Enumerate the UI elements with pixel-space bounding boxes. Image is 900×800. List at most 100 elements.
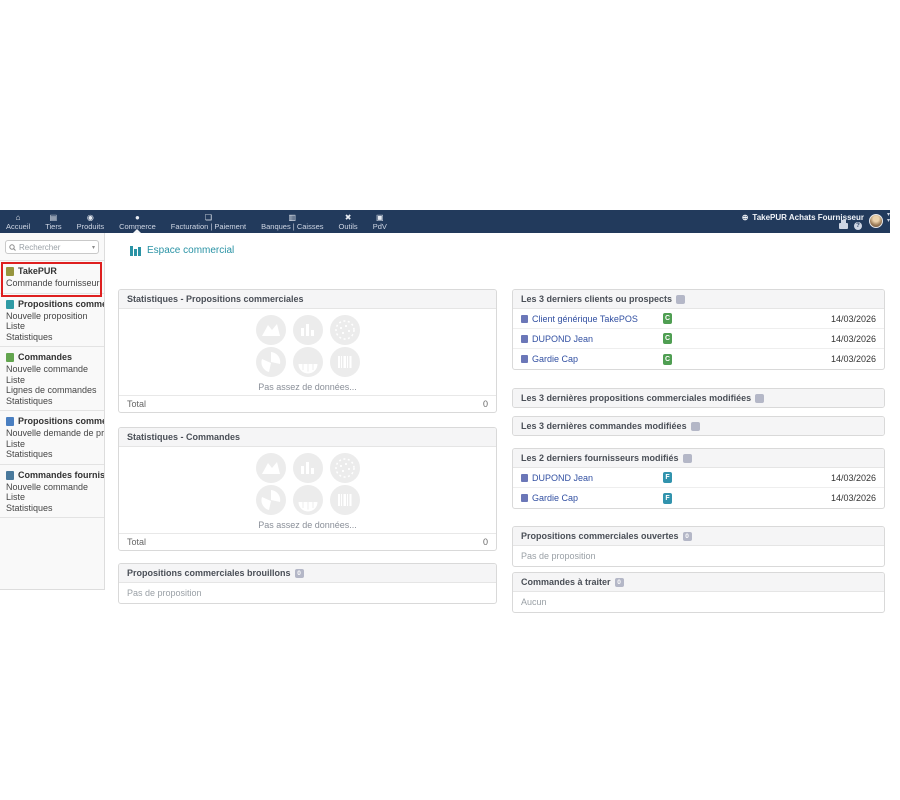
menu-item-accueil[interactable]: ⌂ Accueil — [6, 210, 30, 233]
customer-status-badge: C — [663, 354, 672, 365]
client-link[interactable]: Gardie Cap — [521, 354, 663, 364]
sidebar-item-liste[interactable]: Liste — [6, 439, 104, 450]
empty-text: Pas de proposition — [119, 583, 496, 603]
box-title: Commandes à traiter — [521, 577, 611, 587]
menu-item-commerce[interactable]: ● Commerce — [119, 210, 156, 233]
sidebar-item-liste[interactable]: Liste — [6, 321, 104, 332]
sidebar-item-statistiques[interactable]: Statistiques — [6, 396, 104, 407]
sidebar-heading-label: TakePUR — [18, 265, 57, 278]
application-window: ⌂ Accueil ▤ Tiers ◉ Produits ● Commerce … — [0, 210, 890, 590]
scatter-chart-icon — [330, 315, 360, 345]
menu-item-outils[interactable]: ✖ Outils — [339, 210, 358, 233]
bank-icon: ▥ — [289, 213, 297, 222]
sidebar-item-statistiques[interactable]: Statistiques — [6, 503, 104, 514]
count-badge — [755, 394, 764, 403]
barcode-chart-icon — [330, 485, 360, 515]
sidebar-heading-label: Commandes fournisseurs — [18, 469, 104, 482]
stats-orders-box: Statistiques - Commandes Pas assez de do… — [118, 427, 497, 551]
sidebar-section-heading[interactable]: Commandes — [6, 351, 104, 364]
last-suppliers-box: Les 2 derniers fournisseurs modifiés DUP… — [512, 448, 885, 509]
supplier-proposal-icon — [6, 417, 14, 426]
caret-down-icon[interactable]: ▾ — [92, 244, 95, 251]
company-icon — [521, 335, 528, 343]
menu-item-label: Produits — [77, 222, 105, 231]
sidebar-item-liste[interactable]: Liste — [6, 492, 104, 503]
box-title: Les 3 derniers clients ou prospects — [521, 294, 672, 304]
chart-placeholder: Pas assez de données... — [119, 309, 496, 395]
box-header: Les 3 dernières propositions commerciale… — [513, 389, 884, 407]
sidebar-item-nouvelle-proposition[interactable]: Nouvelle proposition — [6, 311, 104, 322]
supplier-order-icon — [6, 471, 14, 480]
supplier-link[interactable]: DUPOND Jean — [521, 473, 663, 483]
total-row: Total 0 — [119, 533, 496, 550]
search-input[interactable]: Rechercher ▾ — [5, 240, 99, 254]
box-header: Les 3 derniers clients ou prospects — [513, 290, 884, 309]
sidebar-item-statistiques[interactable]: Statistiques — [6, 449, 104, 460]
menu-item-facturation[interactable]: ❏ Facturation | Paiement — [171, 210, 246, 233]
scatter-chart-icon — [330, 453, 360, 483]
menu-item-label: Tiers — [45, 222, 61, 231]
menu-item-pdv[interactable]: ▣ PdV — [373, 210, 387, 233]
menu-item-label: Outils — [339, 222, 358, 231]
help-icon[interactable]: ? — [854, 222, 862, 230]
bar-chart-icon — [293, 453, 323, 483]
pie-chart-icon — [256, 347, 286, 377]
sidebar-item-nouvelle-commande[interactable]: Nouvelle commande — [6, 482, 104, 493]
chevron-down-icon: ▾ — [887, 218, 890, 224]
box-header: Statistiques - Propositions commerciales — [119, 290, 496, 309]
menu-item-produits[interactable]: ◉ Produits — [77, 210, 105, 233]
no-data-text: Pas assez de données... — [119, 520, 496, 530]
cart-icon: ● — [135, 213, 140, 222]
search-icon — [9, 244, 16, 251]
menu-item-label: PdV — [373, 222, 387, 231]
last-orders-modified-box: Les 3 dernières commandes modifiées — [512, 416, 885, 436]
supplier-status-badge: F — [663, 472, 672, 483]
count-badge: 0 — [615, 578, 624, 587]
company-icon — [521, 315, 528, 323]
user-menu-chevrons[interactable]: ▾ ▾ — [887, 212, 890, 224]
search-placeholder: Rechercher — [19, 243, 89, 252]
menu-item-banques[interactable]: ▥ Banques | Caisses — [261, 210, 323, 233]
client-link[interactable]: DUPOND Jean — [521, 334, 663, 344]
box-title: Les 3 dernières commandes modifiées — [521, 421, 687, 431]
menu-item-tiers[interactable]: ▤ Tiers — [45, 210, 61, 233]
building-icon: ▤ — [50, 213, 58, 222]
barcode-chart-icon — [330, 347, 360, 377]
sidebar-section-heading[interactable]: Propositions commerciales — [6, 298, 104, 311]
client-name: Client générique TakePOS — [532, 314, 638, 324]
sidebar-item-nouvelle-commande[interactable]: Nouvelle commande — [6, 364, 104, 375]
last-clients-box: Les 3 derniers clients ou prospects Clie… — [512, 289, 885, 370]
sidebar-section-heading[interactable]: TakePUR — [6, 265, 104, 278]
table-row: Client générique TakePOS C 14/03/2026 — [513, 309, 884, 329]
count-badge — [676, 295, 685, 304]
home-icon: ⌂ — [16, 213, 21, 222]
table-row: Gardie Cap F 14/03/2026 — [513, 488, 884, 508]
sidebar-heading-label: Propositions commerciale ... — [18, 415, 104, 428]
sidebar-item-statistiques[interactable]: Statistiques — [6, 332, 104, 343]
sidebar-section-takepur: TakePUR Commande fournisseur — [0, 260, 104, 293]
box-header: Propositions commerciales ouvertes 0 — [513, 527, 884, 546]
sidebar-item-commande-fournisseur[interactable]: Commande fournisseur — [6, 278, 104, 289]
supplier-link[interactable]: Gardie Cap — [521, 493, 663, 503]
brand-title: TakePUR Achats Fournisseur — [752, 213, 864, 222]
dome-chart-icon — [293, 347, 323, 377]
client-name: Gardie Cap — [532, 354, 578, 364]
sidebar-item-lignes-de-commandes[interactable]: Lignes de commandes — [6, 385, 104, 396]
stats-proposals-box: Statistiques - Propositions commerciales… — [118, 289, 497, 413]
user-avatar[interactable] — [869, 214, 883, 228]
total-value: 0 — [483, 537, 488, 547]
sidebar-item-liste[interactable]: Liste — [6, 375, 104, 386]
count-badge: 0 — [295, 569, 304, 578]
page-title-label: Espace commercial — [147, 245, 234, 256]
sidebar-item-nouvelle-demande-de-prix[interactable]: Nouvelle demande de prix — [6, 428, 104, 439]
print-icon[interactable] — [839, 223, 848, 229]
customer-status-badge: C — [663, 313, 672, 324]
client-link[interactable]: Client générique TakePOS — [521, 314, 663, 324]
page-title: Espace commercial — [130, 245, 234, 256]
sidebar-section-heading[interactable]: Propositions commerciale ... — [6, 415, 104, 428]
globe-icon: ⊕ — [742, 213, 749, 222]
row-date: 14/03/2026 — [816, 354, 876, 364]
sidebar-section-heading[interactable]: Commandes fournisseurs — [6, 469, 104, 482]
pie-chart-icon — [256, 485, 286, 515]
row-date: 14/03/2026 — [816, 473, 876, 483]
